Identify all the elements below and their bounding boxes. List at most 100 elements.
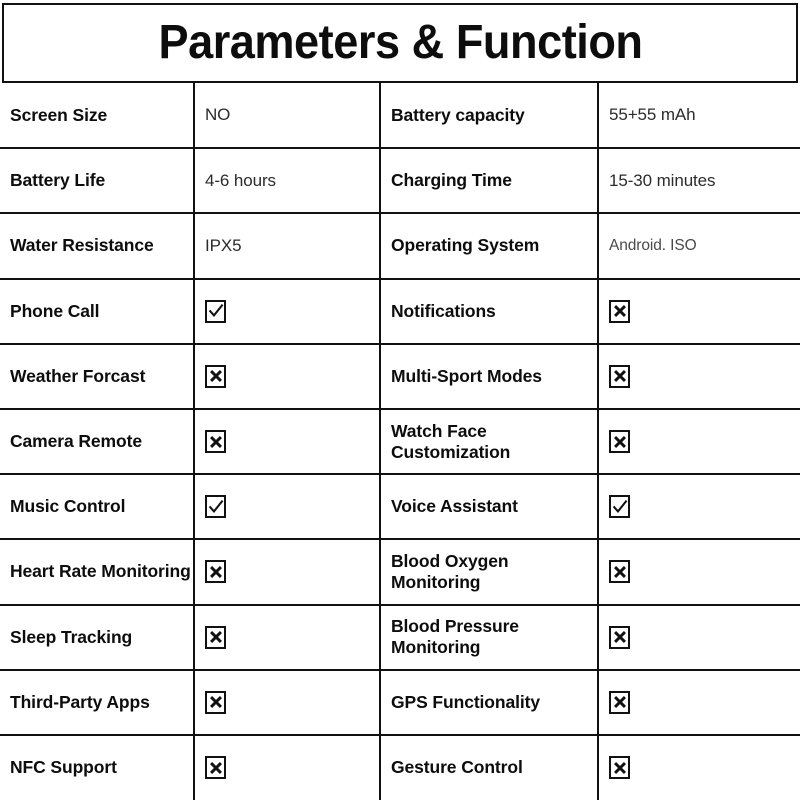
feature-status-cell-right[interactable] [598,538,800,605]
spec-label-cell-left: Heart Rate Monitoring [0,538,195,605]
feature-status-cell-right[interactable] [598,473,800,540]
spec-label-text: Voice Assistant [391,496,518,517]
spec-label-cell-left: Third-Party Apps [0,668,195,735]
spec-label-text: Charging Time [391,170,512,191]
feature-status-cell-right[interactable] [598,668,800,735]
spec-label-cell-left: Sleep Tracking [0,603,195,670]
cross-mark-icon [611,432,628,451]
spec-label-cell-right: Voice Assistant [380,473,599,540]
cross-mark-icon [207,628,224,647]
spec-label-cell-left: NFC Support [0,733,195,800]
feature-status-cell-left[interactable] [194,342,381,409]
table-row: Sleep Tracking Blood Pressure Monitoring [0,603,800,670]
spec-label-text: Blood Oxygen Monitoring [391,550,509,592]
spec-label-cell-right: Blood Pressure Monitoring [380,603,599,670]
check-mark-icon [611,497,628,516]
spec-value-text: Android. ISO [609,236,697,254]
cross-mark-icon [207,367,224,386]
cross-mark-icon [207,758,224,777]
spec-label-text: Phone Call [10,300,100,321]
cross-mark-icon [611,693,628,712]
crossed-checkbox-icon [205,560,226,584]
feature-status-cell-right[interactable] [598,603,800,670]
spec-label-text: Battery capacity [391,104,525,125]
feature-status-cell-left[interactable] [194,538,381,605]
spec-label-cell-left: Battery Life [0,147,195,214]
crossed-checkbox-icon [609,299,630,323]
page-title: Parameters & Function [157,16,643,69]
table-row: Music Control Voice Assistant [0,473,800,540]
checked-checkbox-icon [205,299,226,323]
check-mark-icon [207,497,224,516]
crossed-checkbox-icon [205,756,226,780]
spec-label-text: Gesture Control [391,757,523,778]
feature-status-cell-right[interactable] [598,407,800,475]
table-row: Battery Life 4-6 hours Charging Time 15-30 … [0,147,800,214]
spec-label-cell-right: Gesture Control [380,733,599,800]
feature-status-cell-left[interactable] [194,603,381,670]
checked-checkbox-icon [609,495,630,519]
spec-label-cell-right: Battery capacity [380,83,599,149]
spec-label-cell-right: Operating System [380,212,599,279]
cross-mark-icon [611,302,628,321]
table-row: NFC Support Gesture Control [0,733,800,800]
crossed-checkbox-icon [609,560,630,584]
table-row: Heart Rate Monitoring Blood Oxygen Monito… [0,538,800,605]
spec-label-cell-left: Water Resistance [0,212,195,279]
spec-label-text: Sleep Tracking [10,626,133,647]
cross-mark-icon [611,628,628,647]
spec-label-text: Heart Rate Monitoring [10,561,191,582]
spec-value-cell-right: 55+55 mAh [598,83,800,149]
spec-label-text: Third-Party Apps [10,691,150,712]
spec-label-text: Weather Forcast [10,365,146,386]
spec-value-cell-left: IPX5 [194,212,381,279]
crossed-checkbox-icon [205,364,226,388]
spec-label-text: NFC Support [10,757,117,778]
spec-label-cell-right: Watch Face Customization [380,407,599,475]
spec-label-text: Watch Face Customization [391,420,511,462]
feature-status-cell-left[interactable] [194,407,381,475]
spec-label-text: Screen Size [10,104,108,125]
crossed-checkbox-icon [609,430,630,454]
spec-value-text: 55+55 mAh [609,105,696,125]
spec-label-text: Multi-Sport Modes [391,365,542,386]
cross-mark-icon [207,562,224,581]
spec-label-cell-right: Multi-Sport Modes [380,342,599,409]
spec-value-text: NO [205,105,231,125]
crossed-checkbox-icon [205,690,226,714]
spec-label-cell-right: Charging Time [380,147,599,214]
spec-label-cell-left: Phone Call [0,277,195,344]
checked-checkbox-icon [205,495,226,519]
spec-label-text: Blood Pressure Monitoring [391,616,519,658]
cross-mark-icon [207,693,224,712]
spec-label-cell-right: GPS Functionality [380,668,599,735]
spec-label-text: Battery Life [10,170,106,191]
spec-label-cell-left: Camera Remote [0,407,195,475]
title-banner: Parameters & Function [2,3,798,83]
feature-status-cell-left[interactable] [194,733,381,800]
spec-label-text: Music Control [10,496,126,517]
spec-label-cell-left: Music Control [0,473,195,540]
parameters-table-body: Screen Size NO Battery capacity 55+55 mAh Ba… [0,83,800,800]
spec-value-cell-left: NO [194,83,381,149]
spec-label-cell-right: Blood Oxygen Monitoring [380,538,599,605]
feature-status-cell-left[interactable] [194,668,381,735]
spec-value-cell-right: Android. ISO [598,212,800,279]
spec-label-text: Operating System [391,235,540,256]
spec-sheet: Parameters & Function Screen Size NO Batte… [0,0,800,800]
crossed-checkbox-icon [205,625,226,649]
crossed-checkbox-icon [609,364,630,388]
feature-status-cell-left[interactable] [194,473,381,540]
feature-status-cell-right[interactable] [598,342,800,409]
spec-label-text: Water Resistance [10,235,154,256]
table-row: Water Resistance IPX5 Operating System Andr… [0,212,800,279]
feature-status-cell-left[interactable] [194,277,381,344]
crossed-checkbox-icon [609,690,630,714]
spec-value-cell-left: 4-6 hours [194,147,381,214]
table-row: Weather Forcast Multi-Sport Modes [0,342,800,409]
feature-status-cell-right[interactable] [598,733,800,800]
spec-label-text: Notifications [391,300,496,321]
feature-status-cell-right[interactable] [598,277,800,344]
parameters-table: Screen Size NO Battery capacity 55+55 mAh Ba… [0,83,800,800]
spec-label-text: GPS Functionality [391,691,541,712]
